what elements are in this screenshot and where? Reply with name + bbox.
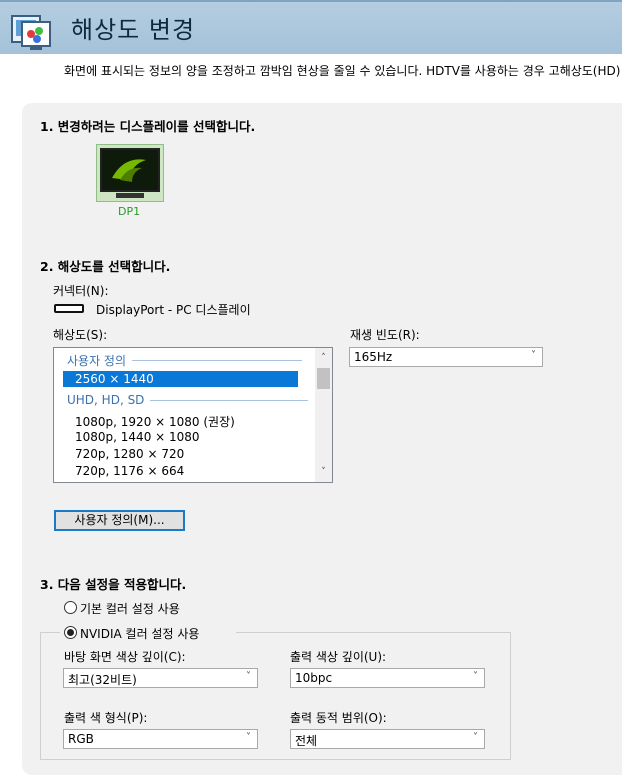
page-header: 해상도 변경 bbox=[0, 0, 622, 54]
display-dp1-button[interactable] bbox=[96, 144, 164, 202]
list-item[interactable]: 1080p, 1440 × 1080 bbox=[75, 430, 200, 444]
chevron-down-icon: ˅ bbox=[246, 671, 251, 682]
page-description: 화면에 표시되는 정보의 양을 조정하고 깜박임 현상을 줄일 수 있습니다. … bbox=[64, 64, 622, 78]
output-depth-label: 출력 색상 깊이(U): bbox=[290, 650, 387, 664]
desktop-depth-dropdown[interactable]: 최고(32비트) ˅ bbox=[63, 668, 258, 688]
list-group-header: 사용자 정의 bbox=[67, 352, 303, 369]
customize-button[interactable]: 사용자 정의(M)... bbox=[54, 510, 185, 531]
radio-nvidia-label: NVIDIA 컬러 설정 사용 bbox=[80, 627, 200, 641]
section1-title: 1. 변경하려는 디스플레이를 선택합니다. bbox=[40, 119, 256, 134]
output-format-dropdown[interactable]: RGB ˅ bbox=[63, 729, 258, 749]
refresh-rate-dropdown[interactable]: 165Hz ˅ bbox=[349, 347, 543, 367]
list-item[interactable]: 1080p, 1920 × 1080 (권장) bbox=[75, 413, 235, 430]
output-format-label: 출력 색 형식(P): bbox=[64, 711, 148, 725]
connector-value: DisplayPort - PC 디스플레이 bbox=[96, 303, 251, 317]
output-range-label: 출력 동적 범위(O): bbox=[290, 711, 387, 725]
scroll-up-icon[interactable]: ˄ bbox=[315, 350, 332, 366]
connector-label: 커넥터(N): bbox=[53, 284, 109, 298]
scroll-thumb[interactable] bbox=[317, 368, 330, 389]
output-depth-dropdown[interactable]: 10bpc ˅ bbox=[290, 668, 485, 688]
chevron-down-icon: ˅ bbox=[473, 671, 478, 682]
page-title: 해상도 변경 bbox=[71, 16, 196, 44]
chevron-down-icon: ˅ bbox=[531, 350, 536, 361]
list-group-header: UHD, HD, SD bbox=[67, 393, 309, 407]
desktop-depth-label: 바탕 화면 색상 깊이(C): bbox=[64, 650, 186, 664]
resolution-label: 해상도(S): bbox=[53, 328, 108, 342]
list-item-selected[interactable]: 2560 × 1440 bbox=[63, 371, 298, 387]
list-scrollbar[interactable]: ˄ ˅ bbox=[315, 348, 332, 482]
output-range-dropdown[interactable]: 전체 ˅ bbox=[290, 729, 485, 749]
display-settings-icon bbox=[10, 14, 60, 54]
section2-title: 2. 해상도를 선택합니다. bbox=[40, 259, 171, 274]
section3-title: 3. 다음 설정을 적용합니다. bbox=[40, 577, 187, 592]
refresh-rate-label: 재생 빈도(R): bbox=[350, 328, 420, 342]
radio-nvidia-color[interactable] bbox=[64, 626, 77, 639]
nvidia-monitor-icon bbox=[100, 148, 160, 192]
resolution-list[interactable]: 사용자 정의 2560 × 1440 UHD, HD, SD 1080p, 19… bbox=[53, 347, 333, 483]
scroll-down-icon[interactable]: ˅ bbox=[315, 464, 332, 480]
chevron-down-icon: ˅ bbox=[246, 732, 251, 743]
chevron-down-icon: ˅ bbox=[473, 732, 478, 743]
list-item[interactable]: 720p, 1176 × 664 bbox=[75, 464, 184, 478]
radio-default-color[interactable] bbox=[64, 601, 77, 614]
radio-default-label: 기본 컬러 설정 사용 bbox=[80, 602, 180, 616]
display-label: DP1 bbox=[118, 205, 141, 218]
displayport-icon bbox=[54, 304, 84, 313]
list-item[interactable]: 720p, 1280 × 720 bbox=[75, 447, 184, 461]
